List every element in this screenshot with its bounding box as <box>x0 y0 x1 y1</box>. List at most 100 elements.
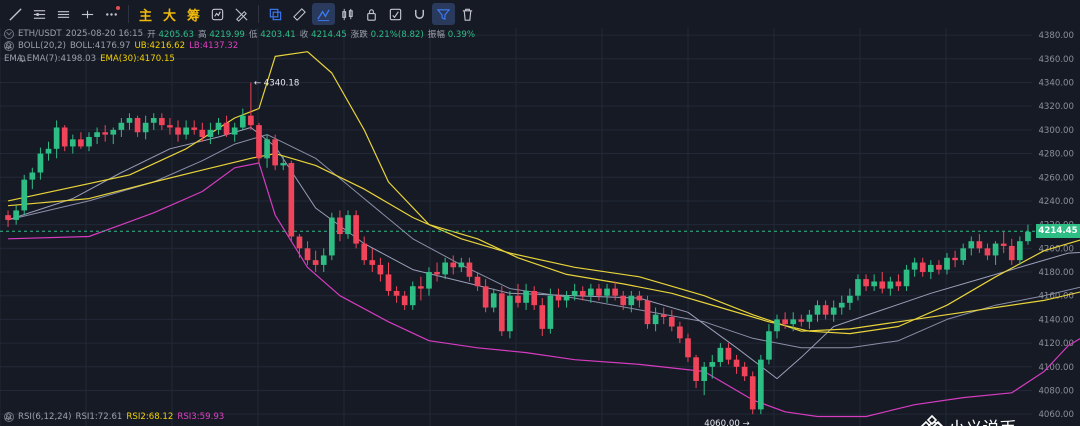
candle-body <box>401 295 408 306</box>
candle-body <box>13 210 19 220</box>
y-axis-tick-label: 4060.00 <box>1038 410 1074 420</box>
main-indicator-button[interactable]: 主 <box>134 3 157 25</box>
collapse-icon[interactable] <box>4 29 14 39</box>
high-value: 4219.99 <box>209 30 245 40</box>
candle-body <box>498 293 505 332</box>
candle-body <box>207 129 214 137</box>
candle-body <box>288 163 295 237</box>
filter-icon[interactable] <box>432 3 455 25</box>
draw-off-icon[interactable] <box>230 3 253 25</box>
candle-body <box>37 153 44 173</box>
candle-body <box>304 248 311 261</box>
candle-body <box>442 262 448 275</box>
big-order-button[interactable]: 大 <box>158 3 181 25</box>
candle-body <box>312 260 319 265</box>
lock-icon[interactable] <box>360 3 383 25</box>
change-value: 0.21%(8.82) <box>370 30 424 40</box>
rsi2-value: RSI2:68.12 <box>126 412 174 422</box>
candle-body <box>328 217 335 256</box>
candlestick-chart[interactable]: 4380.00 4360.00 4340.00 4320.00 4300.00 4280.… <box>0 28 1080 426</box>
candle-body <box>555 295 562 301</box>
y-axis-tick-label: 4380.00 <box>1038 31 1074 41</box>
candle-body <box>78 139 84 147</box>
candle-body <box>863 279 869 287</box>
chart-canvas[interactable]: 4380.00 4360.00 4340.00 4320.00 4300.00 4280.… <box>0 28 1080 426</box>
candle-body <box>296 236 303 249</box>
candle-body <box>280 163 287 166</box>
candle-body <box>272 139 278 166</box>
candle-body <box>264 139 270 159</box>
draw-active-icon[interactable] <box>312 3 335 25</box>
indicator-icon[interactable] <box>206 3 229 25</box>
candle-body <box>822 305 829 315</box>
copy-icon[interactable] <box>264 3 287 25</box>
candle-body <box>256 125 262 159</box>
drawing-toolbar: 主 大 筹 <box>0 0 1080 28</box>
candle-body <box>1017 241 1023 261</box>
high-annotation: ← 4340.18 <box>254 78 299 88</box>
close-label: 收 <box>299 30 309 40</box>
candle-type-icon[interactable] <box>336 3 359 25</box>
candle-body <box>490 293 497 308</box>
candle-body <box>53 127 60 149</box>
candle-body <box>620 295 627 306</box>
candle-body <box>944 257 950 270</box>
trend-line-icon[interactable] <box>4 3 27 25</box>
parallel-lines-icon[interactable] <box>52 3 75 25</box>
y-axis-tick-label: 4300.00 <box>1038 126 1074 136</box>
y-axis-tick-label: 4120.00 <box>1038 339 1074 349</box>
ray-line-icon[interactable] <box>76 3 99 25</box>
candle-body <box>134 118 141 133</box>
candle-body <box>126 118 133 123</box>
y-axis-tick-label: 4240.00 <box>1038 197 1074 207</box>
candle-body <box>571 290 578 296</box>
boll-mid-value: BOLL:4176.97 <box>69 41 131 51</box>
candle-body <box>547 295 554 329</box>
rsi3-value: RSI3:59.93 <box>177 412 225 422</box>
candle-body <box>159 118 165 126</box>
bell-icon[interactable] <box>4 412 13 421</box>
boll-ub-value: UB:4216.62 <box>134 41 186 51</box>
symbol-label: ETH/USDT <box>18 29 62 39</box>
high-label: 高 <box>198 30 207 40</box>
toolbar-divider <box>128 5 129 23</box>
candle-body <box>531 290 538 306</box>
candle-body <box>248 115 254 126</box>
screenshot-icon[interactable] <box>384 3 407 25</box>
change-label: 涨跌 <box>350 30 368 40</box>
candle-body <box>507 295 513 332</box>
y-axis-tick-label: 4360.00 <box>1038 55 1074 65</box>
candle-body <box>167 125 173 128</box>
candle-body <box>758 359 764 410</box>
candle-body <box>919 262 926 273</box>
trash-icon[interactable] <box>456 3 479 25</box>
boll-legend: BOLL(20,2) BOLL:4176.97 UB:4216.62 LB:41… <box>4 41 238 51</box>
candle-body <box>782 319 788 325</box>
candle-body <box>94 132 100 137</box>
candle-body <box>409 286 416 306</box>
boll-ub-line <box>7 51 1080 335</box>
bell-icon[interactable] <box>4 41 13 50</box>
horizontal-lines-icon[interactable] <box>28 3 51 25</box>
candle-body <box>523 290 529 303</box>
candle-body <box>69 139 76 147</box>
open-label: 开 <box>147 30 156 40</box>
candle-body <box>749 376 756 410</box>
amplitude-label: 振幅 <box>427 30 445 40</box>
y-axis-tick-label: 4320.00 <box>1038 102 1074 112</box>
candle-body <box>61 127 68 147</box>
ruler-icon[interactable] <box>288 3 311 25</box>
notification-dot <box>116 6 120 10</box>
rsi-name: RSI(6,12,24) <box>18 412 72 422</box>
bell-icon[interactable] <box>18 54 27 63</box>
candle-body <box>337 217 343 235</box>
more-icon[interactable] <box>100 3 123 25</box>
chip-distribution-button[interactable]: 筹 <box>182 3 205 25</box>
candle-body <box>110 129 117 135</box>
y-axis-tick-label: 4140.00 <box>1038 315 1074 325</box>
magnet-icon[interactable] <box>408 3 431 25</box>
candle-body <box>717 347 724 363</box>
candle-body <box>976 241 983 249</box>
candle-body <box>515 295 521 303</box>
candle-body <box>142 122 149 133</box>
